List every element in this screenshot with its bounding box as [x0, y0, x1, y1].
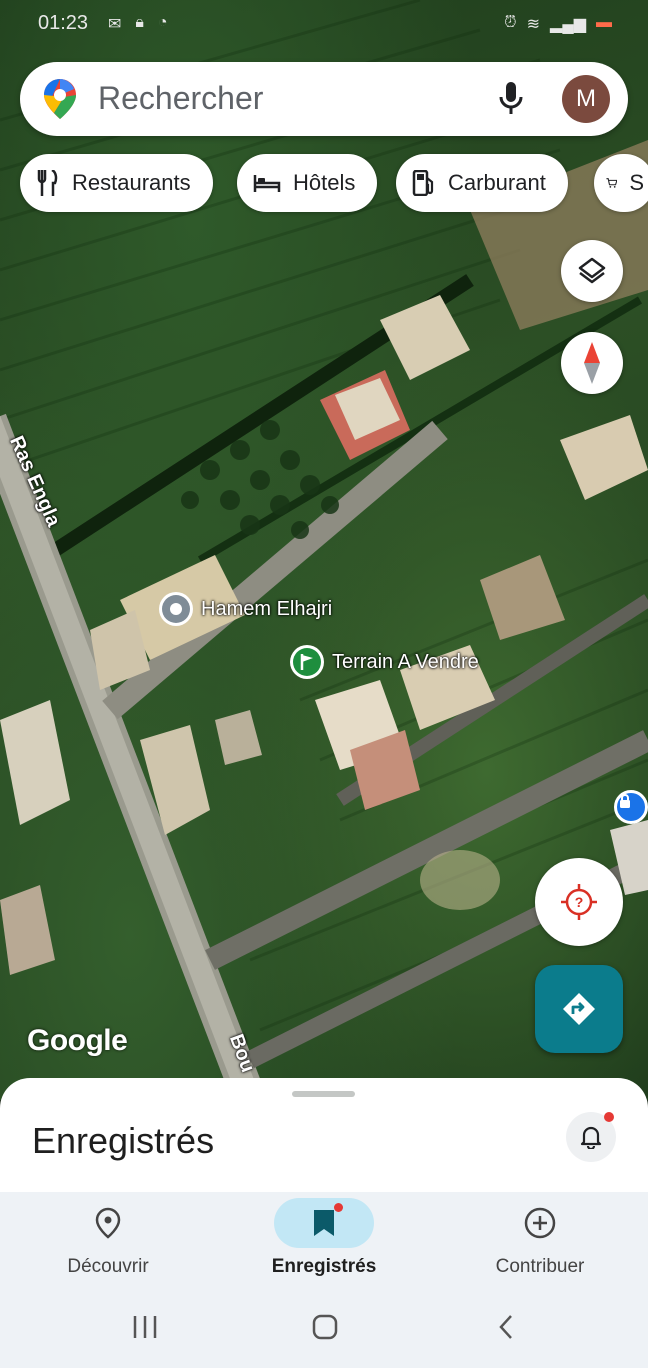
chip-fuel[interactable]: Carburant	[396, 154, 568, 212]
place-pin-icon	[159, 592, 193, 626]
layers-button[interactable]	[561, 240, 623, 302]
location-pin-icon	[95, 1207, 121, 1239]
lock-icon	[620, 794, 630, 808]
bottom-navigation: Découvrir Enregistrés Contribuer	[0, 1192, 648, 1292]
chip-hotels[interactable]: Hôtels	[237, 154, 378, 212]
nav-label-discover: Découvrir	[67, 1256, 149, 1277]
chip-label-fuel: Carburant	[448, 170, 546, 195]
search-input[interactable]: Rechercher	[98, 80, 263, 117]
fork-knife-icon	[37, 170, 58, 196]
chip-label-shopping: S	[629, 170, 644, 195]
bell-icon	[580, 1126, 602, 1149]
svg-text:?: ?	[575, 894, 584, 910]
bed-icon	[253, 175, 281, 192]
sheet-drag-handle[interactable]	[292, 1091, 355, 1097]
flag-icon	[290, 645, 324, 679]
whatsapp-icon: ◔	[157, 14, 168, 31]
status-bar: 01:23 ✉ 🔒︎ ◔ ⏰︎ ≋ ▂▄▆ ▬	[0, 0, 648, 48]
compass-icon	[584, 342, 600, 384]
lock-pin-marker[interactable]	[614, 790, 648, 824]
google-maps-logo-icon	[44, 79, 76, 124]
report-location-button[interactable]: ?	[535, 858, 623, 946]
microphone-icon[interactable]	[498, 82, 524, 121]
home-button[interactable]	[312, 1314, 338, 1345]
nav-item-contribute[interactable]: Contribuer	[432, 1192, 648, 1292]
bottom-sheet[interactable]: Enregistrés	[0, 1078, 648, 1192]
chip-restaurants[interactable]: Restaurants	[20, 154, 213, 212]
recent-apps-button[interactable]	[132, 1314, 158, 1345]
home-icon	[312, 1314, 338, 1340]
nav-item-discover[interactable]: Découvrir	[0, 1192, 216, 1292]
location-target-icon: ?	[561, 884, 597, 920]
lock-icon: 🔒︎	[135, 14, 144, 31]
nav-label-saved: Enregistrés	[271, 1256, 377, 1277]
nav-item-saved[interactable]: Enregistrés	[216, 1192, 432, 1292]
directions-button[interactable]	[535, 965, 623, 1053]
battery-icon: ▬	[596, 14, 612, 31]
compass-button[interactable]	[561, 332, 623, 394]
notifications-button[interactable]	[566, 1112, 616, 1162]
google-attribution: Google	[27, 1024, 128, 1057]
place-label-hamem-elhajri[interactable]: Hamem Elhajri	[201, 598, 332, 621]
saved-notification-dot	[334, 1203, 343, 1212]
chip-shopping[interactable]: S	[594, 154, 648, 212]
back-button[interactable]	[496, 1314, 516, 1345]
directions-icon	[563, 993, 595, 1025]
sheet-title: Enregistrés	[32, 1120, 215, 1161]
bookmark-icon	[314, 1210, 334, 1236]
chip-label-hotels: Hôtels	[293, 170, 356, 195]
fuel-icon	[412, 170, 434, 196]
wifi-icon: ≋	[526, 16, 541, 33]
recent-apps-icon	[133, 1316, 157, 1338]
place-label-terrain-a-vendre[interactable]: Terrain A Vendre	[332, 651, 479, 674]
cart-icon	[606, 178, 618, 188]
notification-icon: ✉	[108, 16, 122, 33]
search-bar[interactable]: Rechercher M	[20, 62, 628, 136]
alarm-icon: ⏰︎	[504, 14, 517, 31]
layers-icon	[578, 257, 606, 284]
account-avatar[interactable]: M	[562, 75, 610, 123]
chip-label-restaurants: Restaurants	[72, 170, 191, 195]
back-icon	[499, 1315, 512, 1339]
notification-dot	[604, 1112, 614, 1122]
status-time: 01:23	[38, 12, 89, 34]
nav-label-contribute: Contribuer	[495, 1256, 585, 1277]
signal-icon: ▂▄▆	[550, 16, 586, 33]
add-circle-icon	[524, 1207, 556, 1239]
system-navigation-bar	[0, 1292, 648, 1368]
